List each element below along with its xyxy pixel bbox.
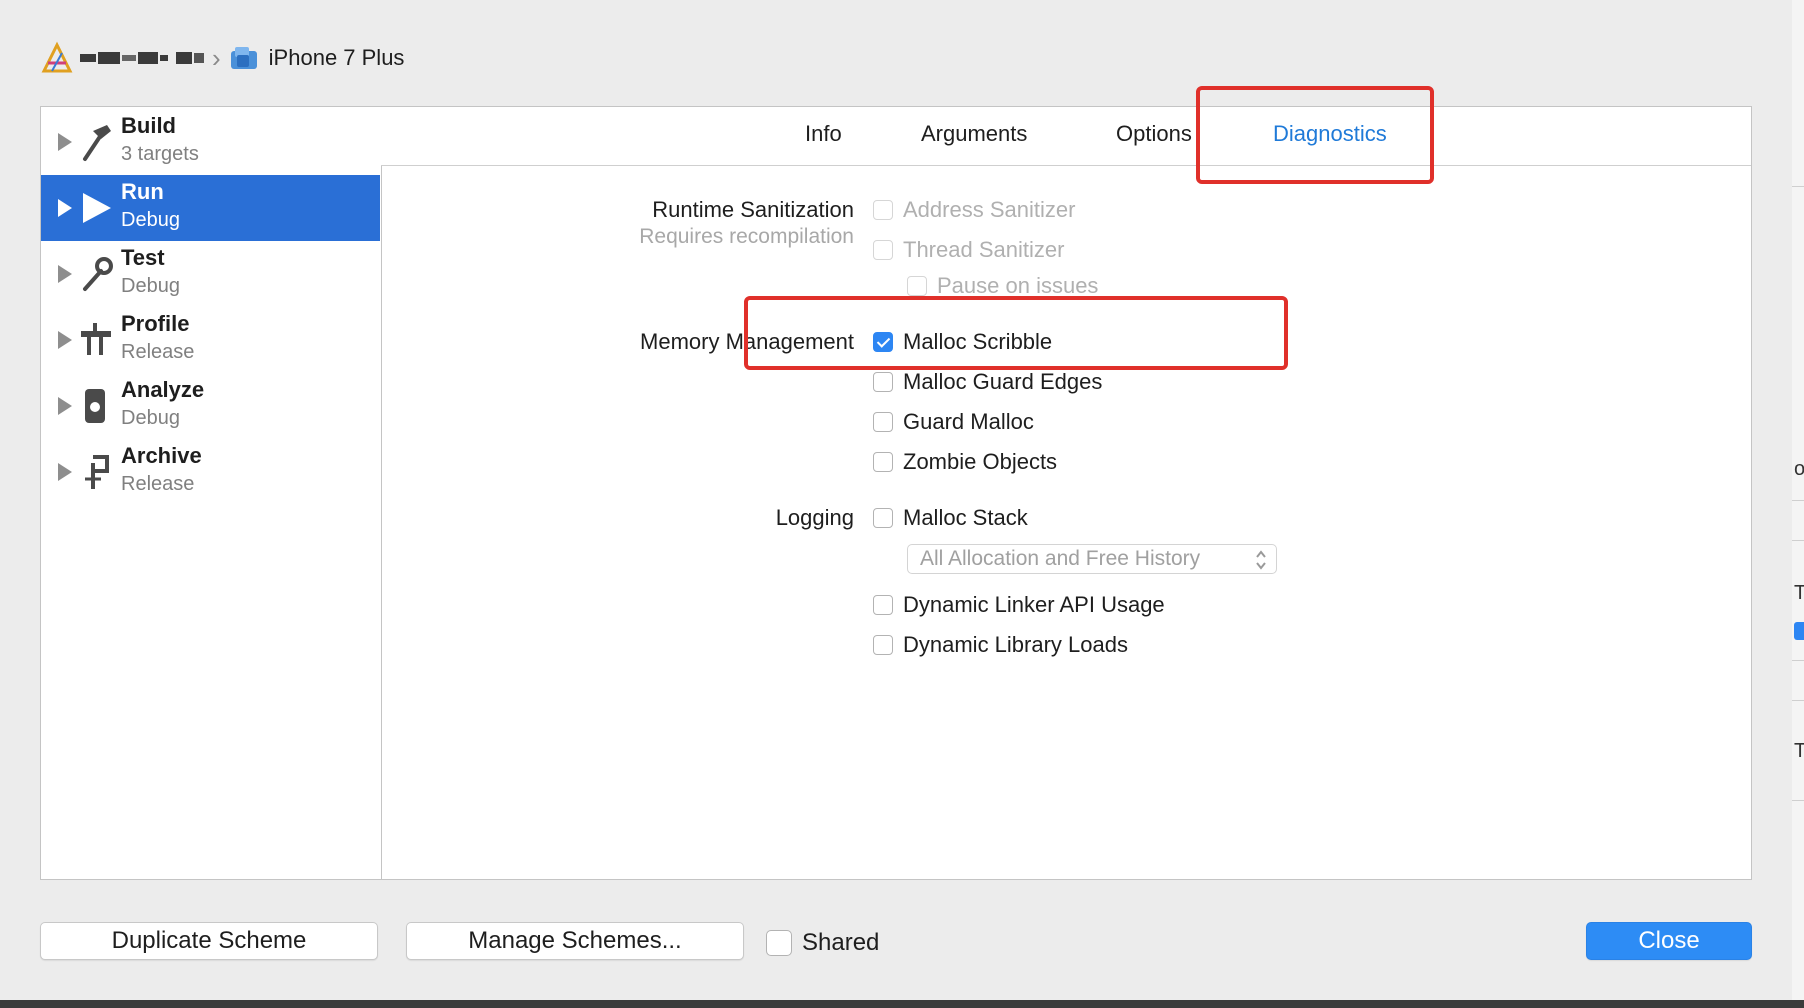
scheme-editor-sheet: › iPhone 7 Plus Build 3 targets Run Debu… bbox=[0, 0, 1792, 1004]
background-window-edge: o T T bbox=[1792, 0, 1804, 1008]
option-label: Thread Sanitizer bbox=[903, 237, 1065, 262]
address-sanitizer-checkbox bbox=[873, 200, 893, 220]
disclosure-triangle-icon[interactable] bbox=[58, 199, 72, 217]
runtime-sanitization-label: Runtime Sanitization bbox=[652, 197, 854, 222]
sidebar-item-label: Run bbox=[121, 179, 164, 204]
cropped-text-fragment: T bbox=[1794, 582, 1804, 604]
sidebar-item-analyze[interactable]: Analyze Debug bbox=[41, 373, 380, 439]
disclosure-triangle-icon[interactable] bbox=[58, 397, 72, 415]
play-icon bbox=[83, 193, 111, 223]
dynamic-library-loads-option[interactable]: Dynamic Library Loads bbox=[873, 630, 1128, 660]
scheme-actions-sidebar: Build 3 targets Run Debug Test Debug Pro… bbox=[41, 107, 382, 879]
disclosure-triangle-icon[interactable] bbox=[58, 331, 72, 349]
option-label: Dynamic Linker API Usage bbox=[903, 592, 1165, 617]
sidebar-item-test[interactable]: Test Debug bbox=[41, 241, 380, 307]
breadcrumb: › iPhone 7 Plus bbox=[40, 40, 404, 76]
cropped-text-fragment: T bbox=[1794, 740, 1804, 762]
tab-options[interactable]: Options bbox=[1116, 119, 1192, 149]
archive-icon bbox=[85, 455, 109, 489]
tab-arguments[interactable]: Arguments bbox=[921, 119, 1027, 149]
breadcrumb-separator: › bbox=[212, 43, 221, 73]
sidebar-item-sublabel: Debug bbox=[121, 407, 180, 429]
sidebar-item-label: Archive bbox=[121, 443, 202, 468]
malloc-guard-edges-option[interactable]: Malloc Guard Edges bbox=[873, 367, 1102, 397]
cropped-checkbox-icon bbox=[1794, 622, 1804, 640]
red-box-diagnostics-tab bbox=[1196, 86, 1434, 184]
xcode-app-icon bbox=[41, 41, 73, 73]
sidebar-item-build[interactable]: Build 3 targets bbox=[41, 109, 380, 175]
action-settings-pane: Info Arguments Options Diagnostics Runti… bbox=[381, 107, 1751, 879]
wrench-icon bbox=[83, 257, 113, 291]
popup-value: All Allocation and Free History bbox=[920, 547, 1201, 570]
zombie-objects-checkbox[interactable] bbox=[873, 452, 893, 472]
malloc-stack-option[interactable]: Malloc Stack bbox=[873, 503, 1028, 533]
background-window-bottom-edge bbox=[0, 1000, 1804, 1008]
zombie-objects-option[interactable]: Zombie Objects bbox=[873, 447, 1057, 477]
sidebar-item-sublabel: Debug bbox=[121, 275, 180, 297]
disclosure-triangle-icon[interactable] bbox=[58, 265, 72, 283]
disclosure-triangle-icon[interactable] bbox=[58, 133, 72, 151]
gauge-icon bbox=[81, 323, 111, 355]
guard-malloc-checkbox[interactable] bbox=[873, 412, 893, 432]
red-box-memory-management bbox=[744, 296, 1288, 370]
hammer-icon bbox=[83, 125, 111, 161]
thread-sanitizer-checkbox bbox=[873, 240, 893, 260]
scheme-main-panel: Build 3 targets Run Debug Test Debug Pro… bbox=[40, 106, 1752, 880]
sidebar-item-label: Build bbox=[121, 113, 176, 138]
option-label: Zombie Objects bbox=[903, 449, 1058, 474]
thread-sanitizer-option: Thread Sanitizer bbox=[873, 235, 1064, 265]
sidebar-item-sublabel: Release bbox=[121, 473, 195, 495]
cropped-text-fragment: o bbox=[1794, 458, 1804, 480]
disclosure-triangle-icon[interactable] bbox=[58, 463, 72, 481]
option-label: Malloc Guard Edges bbox=[903, 369, 1103, 394]
updown-chevron-icon bbox=[1256, 550, 1266, 570]
device-label[interactable]: iPhone 7 Plus bbox=[269, 45, 405, 71]
tab-info[interactable]: Info bbox=[805, 119, 842, 149]
shared-label: Shared bbox=[802, 929, 880, 956]
device-icon bbox=[230, 47, 257, 69]
sidebar-item-label: Test bbox=[121, 245, 165, 270]
requires-recompilation-note: Requires recompilation bbox=[639, 225, 854, 248]
option-label: Guard Malloc bbox=[903, 409, 1034, 434]
sidebar-item-archive[interactable]: Archive Release bbox=[41, 439, 380, 505]
option-label: Malloc Stack bbox=[903, 505, 1028, 530]
pause-on-issues-checkbox bbox=[907, 276, 927, 296]
sidebar-item-sublabel: 3 targets bbox=[121, 143, 199, 165]
option-label: Dynamic Library Loads bbox=[903, 632, 1128, 657]
sidebar-item-profile[interactable]: Profile Release bbox=[41, 307, 380, 373]
duplicate-scheme-button[interactable]: Duplicate Scheme bbox=[40, 922, 378, 960]
analyze-icon bbox=[85, 389, 105, 423]
option-label: Address Sanitizer bbox=[903, 197, 1076, 222]
shared-option[interactable]: Shared bbox=[766, 924, 879, 962]
close-button[interactable]: Close bbox=[1586, 922, 1752, 960]
guard-malloc-option[interactable]: Guard Malloc bbox=[873, 407, 1034, 437]
project-name-redacted[interactable] bbox=[80, 52, 206, 64]
sidebar-item-sublabel: Release bbox=[121, 341, 195, 363]
manage-schemes-button[interactable]: Manage Schemes... bbox=[406, 922, 744, 960]
malloc-guard-edges-checkbox[interactable] bbox=[873, 372, 893, 392]
sidebar-item-sublabel: Debug bbox=[121, 209, 180, 231]
sidebar-item-run[interactable]: Run Debug bbox=[41, 175, 380, 241]
sidebar-item-label: Profile bbox=[121, 311, 190, 336]
settings-tab-bar: Info Arguments Options Diagnostics bbox=[381, 107, 1751, 166]
sidebar-item-label: Analyze bbox=[121, 377, 205, 402]
malloc-stack-mode-popup[interactable]: All Allocation and Free History bbox=[907, 544, 1277, 574]
malloc-stack-checkbox[interactable] bbox=[873, 508, 893, 528]
dynamic-linker-api-usage-option[interactable]: Dynamic Linker API Usage bbox=[873, 590, 1165, 620]
dynamic-linker-api-usage-checkbox[interactable] bbox=[873, 595, 893, 615]
logging-label: Logging bbox=[775, 505, 854, 530]
dynamic-library-loads-checkbox[interactable] bbox=[873, 635, 893, 655]
shared-checkbox[interactable] bbox=[766, 930, 792, 956]
address-sanitizer-option: Address Sanitizer bbox=[873, 195, 1075, 225]
